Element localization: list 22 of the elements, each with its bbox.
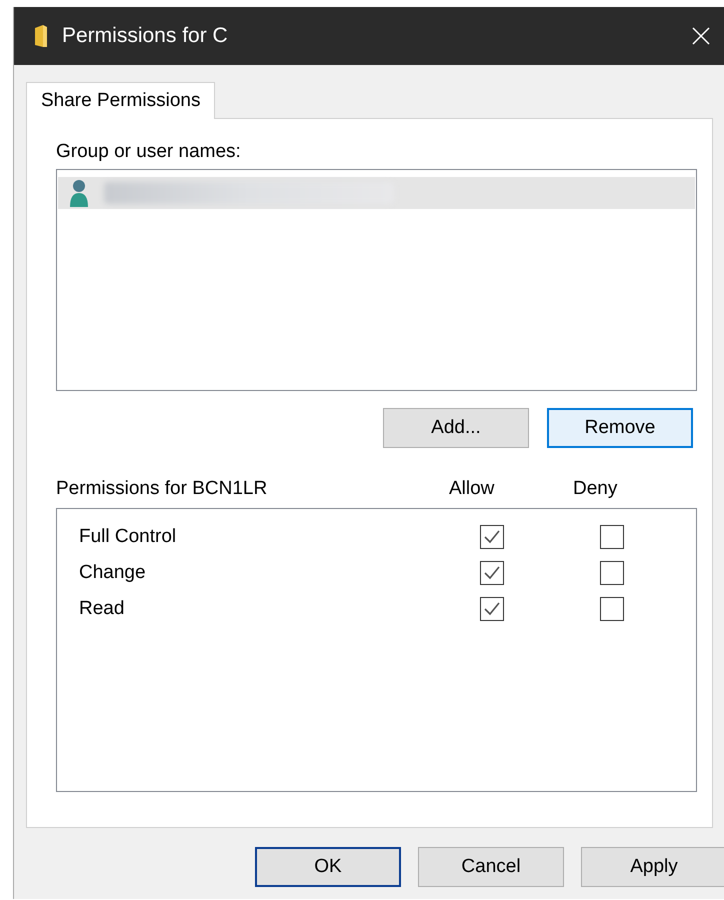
permission-name: Read bbox=[79, 598, 126, 620]
checkbox[interactable] bbox=[480, 525, 504, 549]
column-header: Allow bbox=[449, 478, 496, 500]
tab[interactable]: Share Permissions bbox=[26, 82, 216, 119]
permission-name: Change bbox=[79, 562, 147, 584]
window-title: Permissions for C bbox=[62, 24, 229, 48]
dialog-button[interactable]: Apply bbox=[581, 847, 724, 887]
dialog-button[interactable]: Remove bbox=[547, 408, 693, 448]
checkbox[interactable] bbox=[600, 561, 624, 585]
checkbox[interactable] bbox=[480, 597, 504, 621]
checkbox[interactable] bbox=[600, 597, 624, 621]
permissions-label: Permissions for BCN1LR bbox=[56, 478, 268, 500]
dialog-button[interactable]: OK bbox=[255, 847, 401, 887]
checkbox[interactable] bbox=[480, 561, 504, 585]
group-label: Group or user names: bbox=[56, 141, 242, 163]
dialog-button[interactable]: Cancel bbox=[418, 847, 564, 887]
column-header: Deny bbox=[573, 478, 618, 500]
close-icon[interactable] bbox=[691, 26, 711, 46]
dialog-button[interactable]: Add... bbox=[383, 408, 529, 448]
folder-icon bbox=[34, 24, 48, 48]
checkbox[interactable] bbox=[600, 525, 624, 549]
permission-name: Full Control bbox=[79, 526, 178, 548]
